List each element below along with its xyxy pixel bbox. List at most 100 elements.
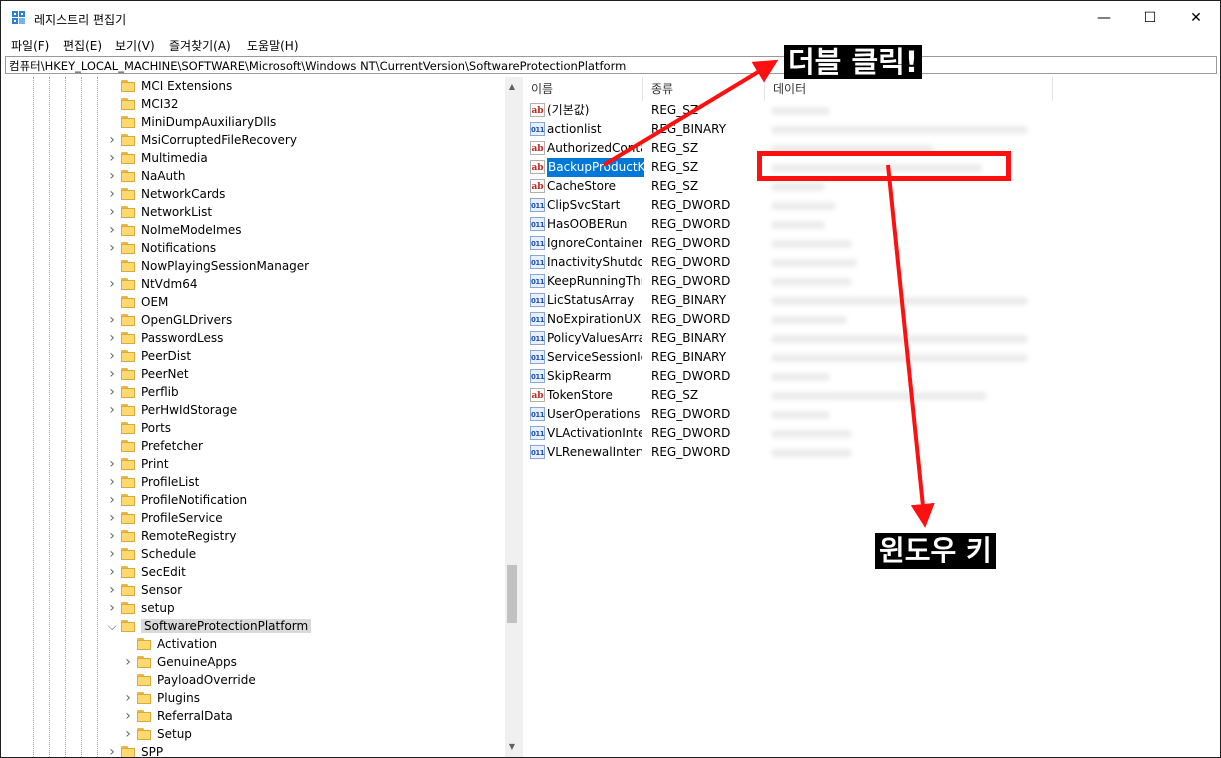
maximize-button[interactable]: ☐ xyxy=(1127,1,1173,35)
chevron-right-icon[interactable]: › xyxy=(107,491,117,509)
menu-edit[interactable]: 편집(E) xyxy=(63,37,102,54)
tree-node[interactable]: PeerNet xyxy=(121,365,189,383)
chevron-right-icon[interactable]: › xyxy=(107,743,117,757)
tree-node[interactable]: OpenGLDrivers xyxy=(121,311,232,329)
key-tree-pane[interactable]: ▲ ▼ MCI Extensions MCI32 MiniDumpAuxiliary… xyxy=(5,77,518,757)
tree-node[interactable]: RemoteRegistry xyxy=(121,527,236,545)
chevron-right-icon[interactable]: › xyxy=(107,455,117,473)
value-row[interactable]: ab TokenStore REG_SZ xyxy=(523,386,1220,405)
tree-node[interactable]: OEM xyxy=(121,293,168,311)
tree-node[interactable]: SPP xyxy=(121,743,163,757)
value-row[interactable]: 011 LicStatusArray REG_BINARY xyxy=(523,291,1220,310)
chevron-right-icon[interactable]: › xyxy=(107,311,117,329)
chevron-right-icon[interactable]: › xyxy=(107,347,117,365)
tree-node[interactable]: PeerDist xyxy=(121,347,191,365)
chevron-right-icon[interactable]: › xyxy=(107,509,117,527)
chevron-right-icon[interactable]: › xyxy=(107,365,117,383)
chevron-right-icon[interactable]: › xyxy=(107,203,117,221)
chevron-right-icon[interactable]: › xyxy=(107,275,117,293)
tree-node[interactable]: NowPlayingSessionManager xyxy=(121,257,309,275)
value-row[interactable]: 011VLActivationInterval REG_DWORD xyxy=(523,424,1220,443)
menu-view[interactable]: 보기(V) xyxy=(115,37,155,54)
tree-node[interactable]: SecEdit xyxy=(121,563,186,581)
menu-help[interactable]: 도움말(H) xyxy=(247,37,299,54)
chevron-right-icon[interactable]: › xyxy=(123,725,133,743)
tree-node[interactable]: ReferralData xyxy=(137,707,233,725)
tree-node[interactable]: Notifications xyxy=(121,239,216,257)
tree-node[interactable]: Prefetcher xyxy=(121,437,203,455)
chevron-down-icon[interactable]: ⌵ xyxy=(107,617,117,635)
tree-node[interactable]: MCI32 xyxy=(121,95,179,113)
tree-node[interactable]: MiniDumpAuxiliaryDlls xyxy=(121,113,276,131)
tree-node[interactable]: Sensor xyxy=(121,581,182,599)
value-row[interactable]: 011IgnoreContainerOrigin REG_DWORD xyxy=(523,234,1220,253)
folder-icon xyxy=(121,98,135,110)
scrollbar-thumb[interactable] xyxy=(507,565,517,623)
value-row[interactable]: 011 ServiceSessionId REG_BINARY xyxy=(523,348,1220,367)
chevron-right-icon[interactable]: › xyxy=(107,221,117,239)
value-row[interactable]: 011 ClipSvcStart REG_DWORD xyxy=(523,196,1220,215)
tree-node[interactable]: Multimedia xyxy=(121,149,208,167)
chevron-right-icon[interactable]: › xyxy=(107,329,117,347)
value-row[interactable]: 011 NoExpirationUX REG_DWORD xyxy=(523,310,1220,329)
tree-node[interactable]: Print xyxy=(121,455,169,473)
minimize-button[interactable]: — xyxy=(1081,1,1127,35)
tree-node[interactable]: Perflib xyxy=(121,383,179,401)
tree-node[interactable]: NoImeModeImes xyxy=(121,221,242,239)
chevron-right-icon[interactable]: › xyxy=(123,689,133,707)
tree-node[interactable]: ProfileService xyxy=(121,509,223,527)
tree-node[interactable]: Activation xyxy=(137,635,217,653)
address-bar[interactable]: 컴퓨터\HKEY_LOCAL_MACHINE\SOFTWARE\Microsof… xyxy=(5,56,1217,74)
tree-node[interactable]: PayloadOverride xyxy=(137,671,256,689)
title-bar[interactable]: 레지스트리 편집기 — ☐ ✕ xyxy=(1,1,1220,35)
chevron-right-icon[interactable]: › xyxy=(107,383,117,401)
chevron-right-icon[interactable]: › xyxy=(107,473,117,491)
chevron-right-icon[interactable]: › xyxy=(123,653,133,671)
tree-node[interactable]: PerHwIdStorage xyxy=(121,401,237,419)
chevron-right-icon[interactable]: › xyxy=(107,563,117,581)
tree-node[interactable]: NetworkList xyxy=(121,203,212,221)
chevron-right-icon[interactable]: › xyxy=(107,599,117,617)
column-header-data[interactable]: 데이터 xyxy=(765,77,1053,101)
chevron-right-icon[interactable]: › xyxy=(107,167,117,185)
chevron-right-icon[interactable]: › xyxy=(107,149,117,167)
column-header-name[interactable]: 이름 xyxy=(523,77,643,101)
value-row[interactable]: 011 UserOperations REG_DWORD xyxy=(523,405,1220,424)
value-row[interactable]: 011 HasOOBERun REG_DWORD xyxy=(523,215,1220,234)
tree-node[interactable]: ProfileNotification xyxy=(121,491,247,509)
tree-node[interactable]: MCI Extensions xyxy=(121,77,232,95)
tree-node[interactable]: Setup xyxy=(137,725,192,743)
value-row[interactable]: ab (기본값) REG_SZ xyxy=(523,101,1220,120)
tree-node[interactable]: MsiCorruptedFileRecovery xyxy=(121,131,297,149)
chevron-right-icon[interactable]: › xyxy=(107,239,117,257)
tree-node[interactable]: Plugins xyxy=(137,689,200,707)
chevron-right-icon[interactable]: › xyxy=(107,401,117,419)
tree-node[interactable]: NtVdm64 xyxy=(121,275,197,293)
tree-node[interactable]: PasswordLess xyxy=(121,329,223,347)
tree-node[interactable]: NaAuth xyxy=(121,167,185,185)
tree-node[interactable]: NetworkCards xyxy=(121,185,225,203)
value-row[interactable]: 011InactivityShutdownDelay REG_DWORD xyxy=(523,253,1220,272)
value-data-redacted xyxy=(771,449,852,457)
value-row[interactable]: 011PolicyValuesArray REG_BINARY xyxy=(523,329,1220,348)
column-header-type[interactable]: 종류 xyxy=(643,77,765,101)
tree-node[interactable]: GenuineApps xyxy=(137,653,237,671)
value-row[interactable]: 011 actionlist REG_BINARY xyxy=(523,120,1220,139)
tree-node[interactable]: Schedule xyxy=(121,545,196,563)
chevron-right-icon[interactable]: › xyxy=(107,527,117,545)
tree-node[interactable]: setup xyxy=(121,599,175,617)
value-row[interactable]: 011 SkipRearm REG_DWORD xyxy=(523,367,1220,386)
menu-favorites[interactable]: 즐겨찾기(A) xyxy=(169,37,231,54)
value-row[interactable]: 011VLRenewalInterval REG_DWORD xyxy=(523,443,1220,462)
menu-file[interactable]: 파일(F) xyxy=(11,37,49,54)
close-button[interactable]: ✕ xyxy=(1173,1,1219,35)
chevron-right-icon[interactable]: › xyxy=(107,131,117,149)
chevron-right-icon[interactable]: › xyxy=(107,185,117,203)
chevron-right-icon[interactable]: › xyxy=(107,581,117,599)
tree-node[interactable]: ProfileList xyxy=(121,473,199,491)
value-row[interactable]: 011KeepRunningThresholdMins REG_DWORD xyxy=(523,272,1220,291)
tree-node[interactable]: Ports xyxy=(121,419,171,437)
chevron-right-icon[interactable]: › xyxy=(107,545,117,563)
chevron-right-icon[interactable]: › xyxy=(123,707,133,725)
tree-node[interactable]: SoftwareProtectionPlatform xyxy=(121,617,312,635)
